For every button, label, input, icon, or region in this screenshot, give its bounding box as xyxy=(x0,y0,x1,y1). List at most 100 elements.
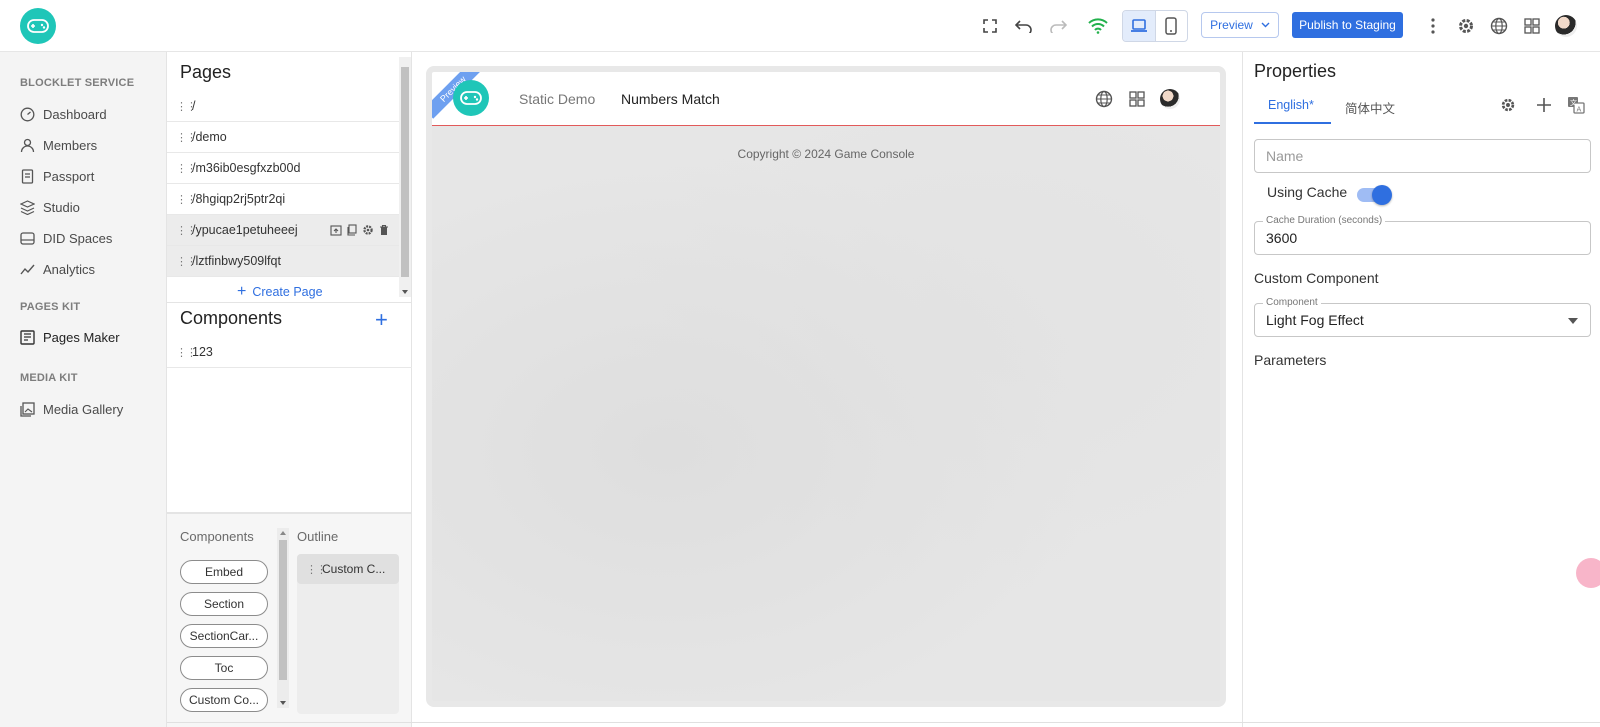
desktop-view-button[interactable] xyxy=(1123,11,1155,41)
cache-duration-field[interactable]: Cache Duration (seconds) 3600 xyxy=(1254,215,1591,255)
tab-chinese[interactable]: 简体中文 xyxy=(1345,98,1395,117)
palette-components-label: Components xyxy=(180,529,254,544)
dropdown-arrow-icon xyxy=(1568,318,1578,324)
site-logo[interactable] xyxy=(453,80,489,116)
drag-handle-icon[interactable]: ⋮⋮ xyxy=(176,100,197,113)
name-field[interactable]: Name xyxy=(1254,139,1591,173)
apps-grid-icon[interactable] xyxy=(1127,89,1147,109)
pages-title: Pages xyxy=(180,62,232,82)
pages-scrollbar[interactable] xyxy=(399,57,411,297)
translate-float-icon[interactable] xyxy=(1576,558,1600,588)
nav-item-analytics[interactable]: Analytics xyxy=(20,259,95,279)
page-path: /8hgiqp2rj5ptr2qi xyxy=(192,192,286,206)
tab-english[interactable]: English* xyxy=(1268,98,1314,112)
settings-icon[interactable] xyxy=(362,224,374,236)
nav-item-label: Members xyxy=(43,137,98,153)
page-path: /lztfinbwy509lfqt xyxy=(192,254,281,268)
page-path: / xyxy=(192,99,196,113)
drag-handle-icon[interactable]: ⋮⋮ xyxy=(176,224,197,237)
component-pill[interactable]: SectionCar... xyxy=(180,624,268,648)
more-vert-icon[interactable] xyxy=(1421,14,1445,38)
preview-label: Preview xyxy=(1210,18,1253,32)
drag-handle-icon[interactable]: ⋮⋮ xyxy=(176,162,197,175)
stack-icon xyxy=(20,199,35,215)
fullscreen-icon[interactable] xyxy=(978,14,1002,38)
palette-scrollbar[interactable] xyxy=(277,528,289,708)
add-component-icon[interactable]: + xyxy=(375,309,388,331)
drag-handle-icon[interactable]: ⋮⋮ xyxy=(176,346,197,359)
gear-icon[interactable] xyxy=(1454,14,1478,38)
globe-icon[interactable] xyxy=(1094,89,1114,109)
page-row[interactable]: ⋮⋮ / xyxy=(167,91,399,122)
drag-handle-icon[interactable]: ⋮⋮ xyxy=(176,131,197,144)
mobile-view-button[interactable] xyxy=(1154,11,1188,41)
add-language-icon[interactable] xyxy=(1536,97,1552,113)
nav-section-blocklet-service: BLOCKLET SERVICE xyxy=(20,77,135,89)
component-pill[interactable]: Custom Co... xyxy=(180,688,268,712)
nav-item-label: Studio xyxy=(43,199,80,215)
custom-component-label: Custom Component xyxy=(1254,270,1379,286)
canvas-area: Preview Static Demo Numbers Match Copyri… xyxy=(412,52,1242,727)
create-page-label: Create Page xyxy=(252,285,323,299)
nav-item-passport[interactable]: Passport xyxy=(20,166,94,186)
nav-item-dashboard[interactable]: Dashboard xyxy=(20,104,107,124)
passport-icon xyxy=(21,168,34,184)
using-cache-label: Using Cache xyxy=(1267,184,1348,200)
page-row[interactable]: ⋮⋮ /8hgiqp2rj5ptr2qi xyxy=(167,184,399,215)
component-row[interactable]: ⋮⋮ 123 xyxy=(167,337,412,368)
open-page-icon[interactable] xyxy=(330,224,342,236)
globe-icon[interactable] xyxy=(1487,14,1511,38)
undo-icon[interactable] xyxy=(1012,14,1036,38)
app-logo[interactable] xyxy=(20,8,56,44)
delete-icon[interactable] xyxy=(378,224,390,236)
svg-text:A: A xyxy=(1577,106,1582,114)
nav-item-pages-maker[interactable]: Pages Maker xyxy=(20,327,120,347)
site-nav-numbers-match[interactable]: Numbers Match xyxy=(621,91,720,107)
gamepad-icon xyxy=(460,91,482,105)
using-cache-toggle[interactable] xyxy=(1357,185,1392,205)
name-placeholder: Name xyxy=(1266,148,1304,164)
page-row-hovered[interactable]: ⋮⋮ /ypucae1petuheeej xyxy=(167,215,399,246)
component-select-value: Light Fog Effect xyxy=(1266,312,1364,328)
page-row[interactable]: ⋮⋮ /lztfinbwy509lfqt xyxy=(167,246,399,277)
user-avatar[interactable] xyxy=(1555,15,1577,37)
page-preview[interactable]: Preview Static Demo Numbers Match Copyri… xyxy=(426,66,1226,707)
publish-button[interactable]: Publish to Staging xyxy=(1292,12,1403,38)
preview-button[interactable]: Preview xyxy=(1201,12,1279,38)
translate-icon[interactable]: 文A xyxy=(1567,96,1585,114)
properties-panel: Properties English* 简体中文 文A Name Using C… xyxy=(1242,52,1600,727)
cache-duration-label: Cache Duration (seconds) xyxy=(1263,215,1386,226)
top-bar: Preview Publish to Staging xyxy=(0,0,1600,52)
page-row[interactable]: ⋮⋮ /m36ib0esgfxzb00d xyxy=(167,153,399,184)
palette-panel: Components Outline Embed Section Section… xyxy=(167,512,412,727)
drag-handle-icon[interactable]: ⋮⋮ xyxy=(176,255,197,268)
nav-item-studio[interactable]: Studio xyxy=(20,197,80,217)
component-pill[interactable]: Toc xyxy=(180,656,268,680)
page-row[interactable]: ⋮⋮ /demo xyxy=(167,122,399,153)
nav-item-did-spaces[interactable]: DID Spaces xyxy=(20,228,112,248)
nav-item-label: Analytics xyxy=(43,261,96,277)
pages-icon xyxy=(20,329,35,345)
component-pill[interactable]: Embed xyxy=(180,560,268,584)
scrollbar-thumb[interactable] xyxy=(401,67,409,277)
component-select[interactable]: Component Light Fog Effect xyxy=(1254,297,1591,337)
scroll-up-icon[interactable] xyxy=(279,530,287,536)
drag-handle-icon[interactable]: ⋮⋮ xyxy=(176,193,197,206)
create-page-button[interactable]: + Create Page xyxy=(237,284,323,300)
nav-section-media-kit: MEDIA KIT xyxy=(20,372,78,384)
scroll-down-icon[interactable] xyxy=(279,700,287,706)
gear-icon[interactable] xyxy=(1500,97,1516,113)
copy-icon[interactable] xyxy=(346,224,358,236)
apps-grid-icon[interactable] xyxy=(1520,14,1544,38)
scrollbar-thumb[interactable] xyxy=(279,540,287,680)
drag-handle-icon[interactable]: ⋮⋮ xyxy=(306,563,327,576)
trend-icon xyxy=(20,264,35,274)
component-pill[interactable]: Section xyxy=(180,592,268,616)
nav-item-members[interactable]: Members xyxy=(20,135,97,155)
nav-item-media-gallery[interactable]: Media Gallery xyxy=(20,399,123,419)
site-avatar[interactable] xyxy=(1160,89,1180,109)
outline-item[interactable]: ⋮⋮ Custom C... xyxy=(297,554,399,584)
scroll-down-icon[interactable] xyxy=(401,289,409,295)
redo-icon[interactable] xyxy=(1046,14,1070,38)
site-nav-static-demo[interactable]: Static Demo xyxy=(519,91,595,107)
